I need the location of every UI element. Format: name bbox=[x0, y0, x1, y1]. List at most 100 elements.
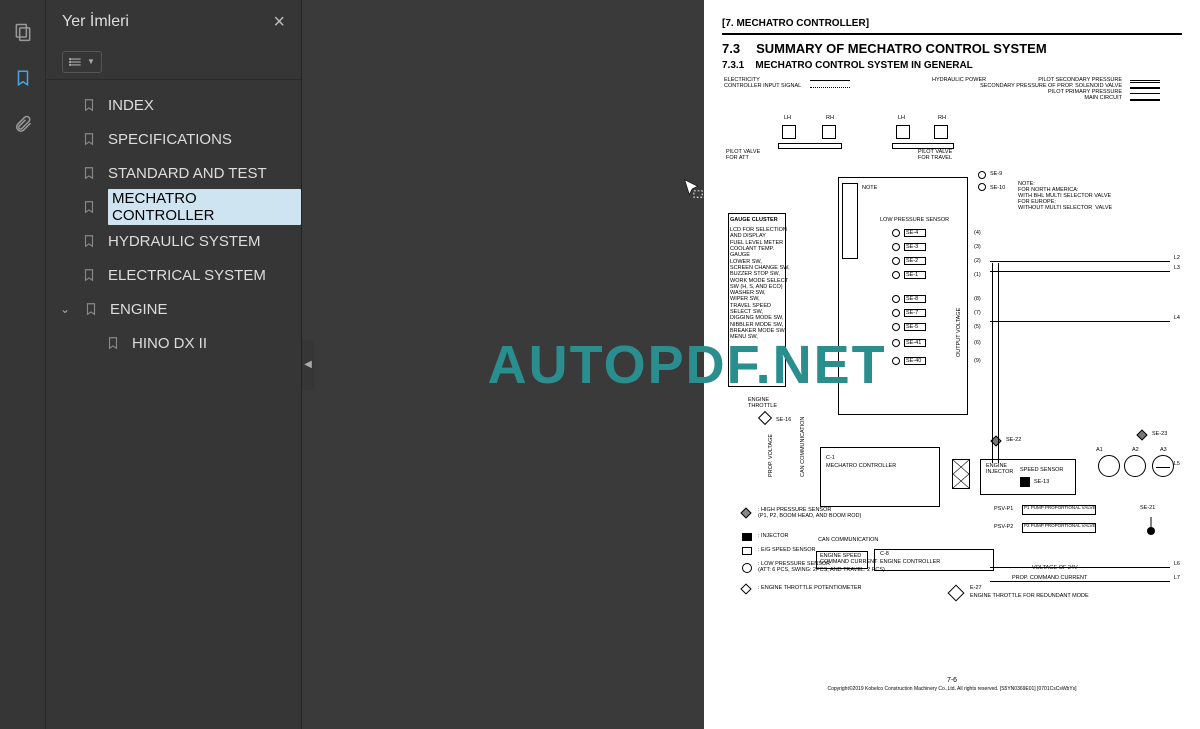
diagram-label: (7) bbox=[974, 310, 981, 316]
diagram-label: SE-7 bbox=[906, 310, 918, 316]
diagram-label: PILOT VALVE FOR ATT bbox=[726, 149, 760, 161]
diagram-label: ENGINE THROTTLE FOR REDUNDANT MODE bbox=[970, 593, 1089, 599]
collapse-panel-button[interactable]: ◀ bbox=[302, 340, 314, 390]
bookmark-icon bbox=[82, 232, 96, 250]
diagram-label: (3) bbox=[974, 244, 981, 250]
diagram-label: GAUGE CLUSTER bbox=[730, 217, 778, 223]
diagram-label: : LOW PRESSURE SENSOR (ATT: 6 PCS, SWING… bbox=[758, 561, 885, 573]
bookmark-options-dropdown[interactable]: ▼ bbox=[62, 51, 102, 73]
diagram-label: NOTE: FOR NORTH AMERICA: WITH BHL MULTI … bbox=[1018, 181, 1112, 211]
diagram-label: CAN COMMUNICATION bbox=[818, 537, 878, 543]
diagram-label: ENGINE INJECTOR bbox=[986, 463, 1013, 475]
diagram-label: (9) bbox=[974, 358, 981, 364]
chapter-heading: [7. MECHATRO CONTROLLER] bbox=[722, 18, 1182, 29]
diagram-label: ELECTRICITY CONTROLLER INPUT SIGNAL bbox=[724, 77, 801, 89]
diagram-label: SE-23 bbox=[1152, 431, 1167, 437]
section-title: 7.3 SUMMARY OF MECHATRO CONTROL SYSTEM bbox=[722, 41, 1182, 56]
diagram-label: SE-21 bbox=[1140, 505, 1155, 511]
subsection-title-text: MECHATRO CONTROL SYSTEM IN GENERAL bbox=[755, 60, 972, 71]
bookmark-icon bbox=[106, 334, 120, 352]
bookmark-icon bbox=[82, 164, 96, 182]
diagram-label: LOW PRESSURE SENSOR bbox=[880, 217, 949, 223]
diagram-label: SPEED SENSOR bbox=[1020, 467, 1063, 473]
chevron-down-icon[interactable]: ⌄ bbox=[60, 302, 70, 316]
bookmark-list: INDEX SPECIFICATIONS STANDARD AND TEST M… bbox=[46, 88, 301, 729]
diagram-label: (2) bbox=[974, 258, 981, 264]
panel-header: Yer İmleri × bbox=[46, 0, 301, 44]
diagram-label: P1 PUMP PROPORTIONAL VALVE bbox=[1024, 506, 1096, 511]
diagram-label: SE-22 bbox=[1006, 437, 1021, 443]
diagram-label: (5) bbox=[974, 324, 981, 330]
diagram-label: RH bbox=[826, 115, 834, 121]
diagram-label: L6 bbox=[1174, 561, 1180, 567]
diagram-label: SE-40 bbox=[906, 358, 921, 364]
subsection-title: 7.3.1 MECHATRO CONTROL SYSTEM IN GENERAL bbox=[722, 60, 1182, 71]
diagram-label: E-27 bbox=[970, 585, 982, 591]
schematic-diagram: ELECTRICITY CONTROLLER INPUT SIGNAL HYDR… bbox=[722, 77, 1182, 669]
diagram-label: : INJECTOR bbox=[758, 533, 788, 539]
diagram-label: SE-8 bbox=[906, 296, 918, 302]
bookmark-item-mechatro-controller[interactable]: MECHATRO CONTROLLER bbox=[54, 190, 301, 224]
diagram-label: ENGINE THROTTLE bbox=[748, 397, 777, 409]
page-number: 7-6 bbox=[722, 677, 1182, 684]
thumbnails-icon[interactable] bbox=[11, 20, 35, 44]
diagram-label: SE-41 bbox=[906, 340, 921, 346]
bookmark-label: SPECIFICATIONS bbox=[108, 131, 232, 148]
bookmark-item-specifications[interactable]: SPECIFICATIONS bbox=[54, 122, 301, 156]
diagram-label: PILOT VALVE FOR TRAVEL bbox=[918, 149, 952, 161]
diagram-label: PROP. VOLTAGE bbox=[768, 434, 774, 477]
diagram-label: PSV-P1 bbox=[994, 506, 1013, 512]
bookmark-icon bbox=[82, 96, 96, 114]
diagram-label: SE-10 bbox=[990, 185, 1005, 191]
diagram-label: (1) bbox=[974, 272, 981, 278]
diagram-label: C-1 bbox=[826, 455, 835, 461]
diagram-label: MECHATRO CONTROLLER bbox=[826, 463, 896, 469]
diagram-label: : ENGINE THROTTLE POTENTIOMETER bbox=[758, 585, 862, 591]
bookmark-item-hydraulic-system[interactable]: HYDRAULIC SYSTEM bbox=[54, 224, 301, 258]
bookmark-item-index[interactable]: INDEX bbox=[54, 88, 301, 122]
diagram-label: L4 bbox=[1174, 315, 1180, 321]
bookmark-item-electrical-system[interactable]: ELECTRICAL SYSTEM bbox=[54, 258, 301, 292]
viewer-area[interactable]: ◀ AUTOPDF.NET [7. MECHATRO CONTROLLER] 7… bbox=[302, 0, 1200, 729]
left-toolbar bbox=[0, 0, 46, 729]
diagram-label: PILOT SECONDARY PRESSURE SECONDARY PRESS… bbox=[980, 77, 1122, 101]
diagram-label: SE-9 bbox=[990, 171, 1002, 177]
diagram-label: C-8 bbox=[880, 551, 889, 557]
bookmarks-panel: Yer İmleri × ▼ INDEX SPECIFICATIONS STAN… bbox=[46, 0, 302, 729]
diagram-label: HYDRAULIC POWER bbox=[932, 77, 986, 83]
pdf-page: [7. MECHATRO CONTROLLER] 7.3 SUMMARY OF … bbox=[704, 0, 1200, 729]
bookmark-item-hino-dx-ii[interactable]: HINO DX II bbox=[54, 326, 301, 360]
bookmark-label: HINO DX II bbox=[132, 335, 207, 352]
cursor-icon bbox=[682, 178, 704, 200]
diagram-label: P2 PUMP PROPORTIONAL VALVE bbox=[1024, 524, 1096, 529]
diagram-label: (6) bbox=[974, 340, 981, 346]
diagram-label: RH bbox=[938, 115, 946, 121]
diagram-label: SE-2 bbox=[906, 258, 918, 264]
bookmark-label: INDEX bbox=[108, 97, 154, 114]
diagram-label: (8) bbox=[974, 296, 981, 302]
diagram-label: SE-4 bbox=[906, 230, 918, 236]
page-copyright: Copyright©2019 Kobelco Construction Mach… bbox=[722, 686, 1182, 692]
bookmark-item-standard-test[interactable]: STANDARD AND TEST bbox=[54, 156, 301, 190]
diagram-label: A2 bbox=[1132, 447, 1139, 453]
diagram-label: A3 bbox=[1160, 447, 1167, 453]
attachments-icon[interactable] bbox=[11, 112, 35, 136]
bookmark-label: STANDARD AND TEST bbox=[108, 165, 267, 182]
bookmark-label: MECHATRO CONTROLLER bbox=[108, 189, 301, 225]
bookmark-label: HYDRAULIC SYSTEM bbox=[108, 233, 261, 250]
bookmark-icon bbox=[82, 130, 96, 148]
diagram-label: LCD FOR SELECTION AND DISPLAY FUEL LEVEL… bbox=[730, 227, 790, 341]
diagram-label: CAN COMMUNICATION bbox=[800, 417, 806, 477]
diagram-label: LH bbox=[898, 115, 905, 121]
diagram-label: VOLTAGE OF 24V bbox=[1032, 565, 1078, 571]
diagram-label: PSV-P2 bbox=[994, 524, 1013, 530]
bookmark-item-engine[interactable]: ⌄ ENGINE bbox=[54, 292, 301, 326]
panel-title: Yer İmleri bbox=[62, 13, 129, 31]
diagram-label: L7 bbox=[1174, 575, 1180, 581]
diagram-label: A1 bbox=[1096, 447, 1103, 453]
bookmarks-icon[interactable] bbox=[11, 66, 35, 90]
section-number: 7.3 bbox=[722, 41, 740, 56]
diagram-label: SE-16 bbox=[776, 417, 791, 423]
bookmark-icon bbox=[82, 198, 96, 216]
close-panel-button[interactable]: × bbox=[273, 11, 285, 34]
